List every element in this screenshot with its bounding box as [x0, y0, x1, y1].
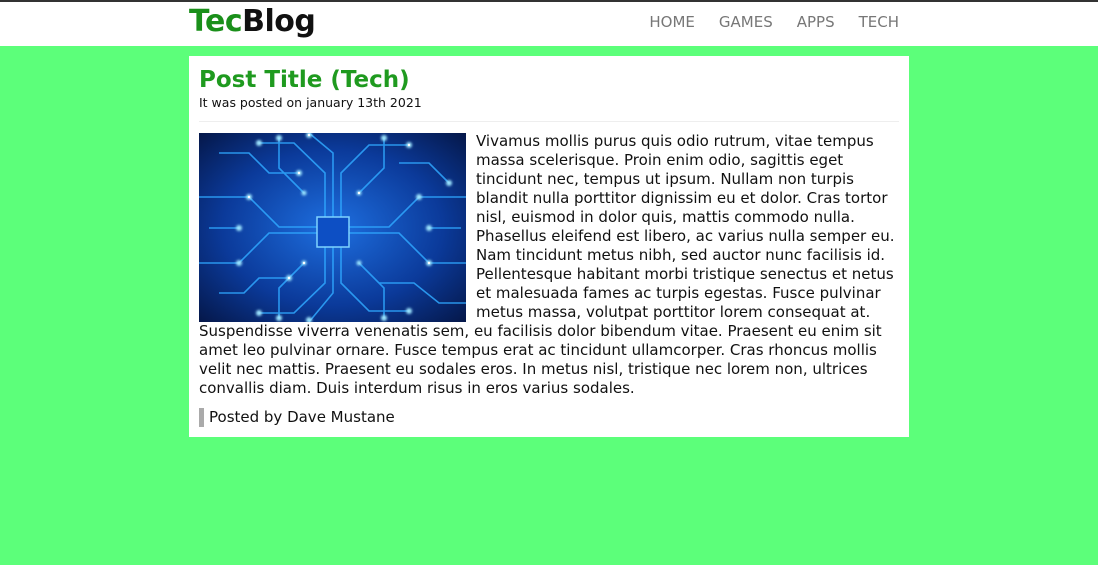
post-divider: [199, 121, 899, 122]
main-nav: HOME GAMES APPS TECH: [625, 13, 899, 31]
post-date: It was posted on january 13th 2021: [199, 95, 422, 110]
nav-link-home[interactable]: HOME: [649, 13, 695, 31]
site-logo[interactable]: TecBlog: [189, 4, 316, 39]
top-navigation-inner: TecBlog HOME GAMES APPS TECH: [189, 2, 909, 46]
blog-post: Post Title (Tech) It was posted on janua…: [189, 56, 909, 437]
post-byline: Posted by Dave Mustane: [199, 408, 899, 427]
logo-part-tec: Tec: [189, 4, 243, 39]
nav-link-apps[interactable]: APPS: [797, 13, 835, 31]
post-content: Vivamus mollis purus quis odio rutrum, v…: [199, 132, 899, 398]
logo-part-blog: Blog: [242, 4, 316, 39]
nav-link-games[interactable]: GAMES: [719, 13, 773, 31]
post-title: Post Title (Tech): [199, 67, 410, 93]
top-navigation-bar: TecBlog HOME GAMES APPS TECH: [0, 0, 1098, 46]
nav-link-tech[interactable]: TECH: [859, 13, 899, 31]
circuit-board-image: [199, 133, 466, 322]
